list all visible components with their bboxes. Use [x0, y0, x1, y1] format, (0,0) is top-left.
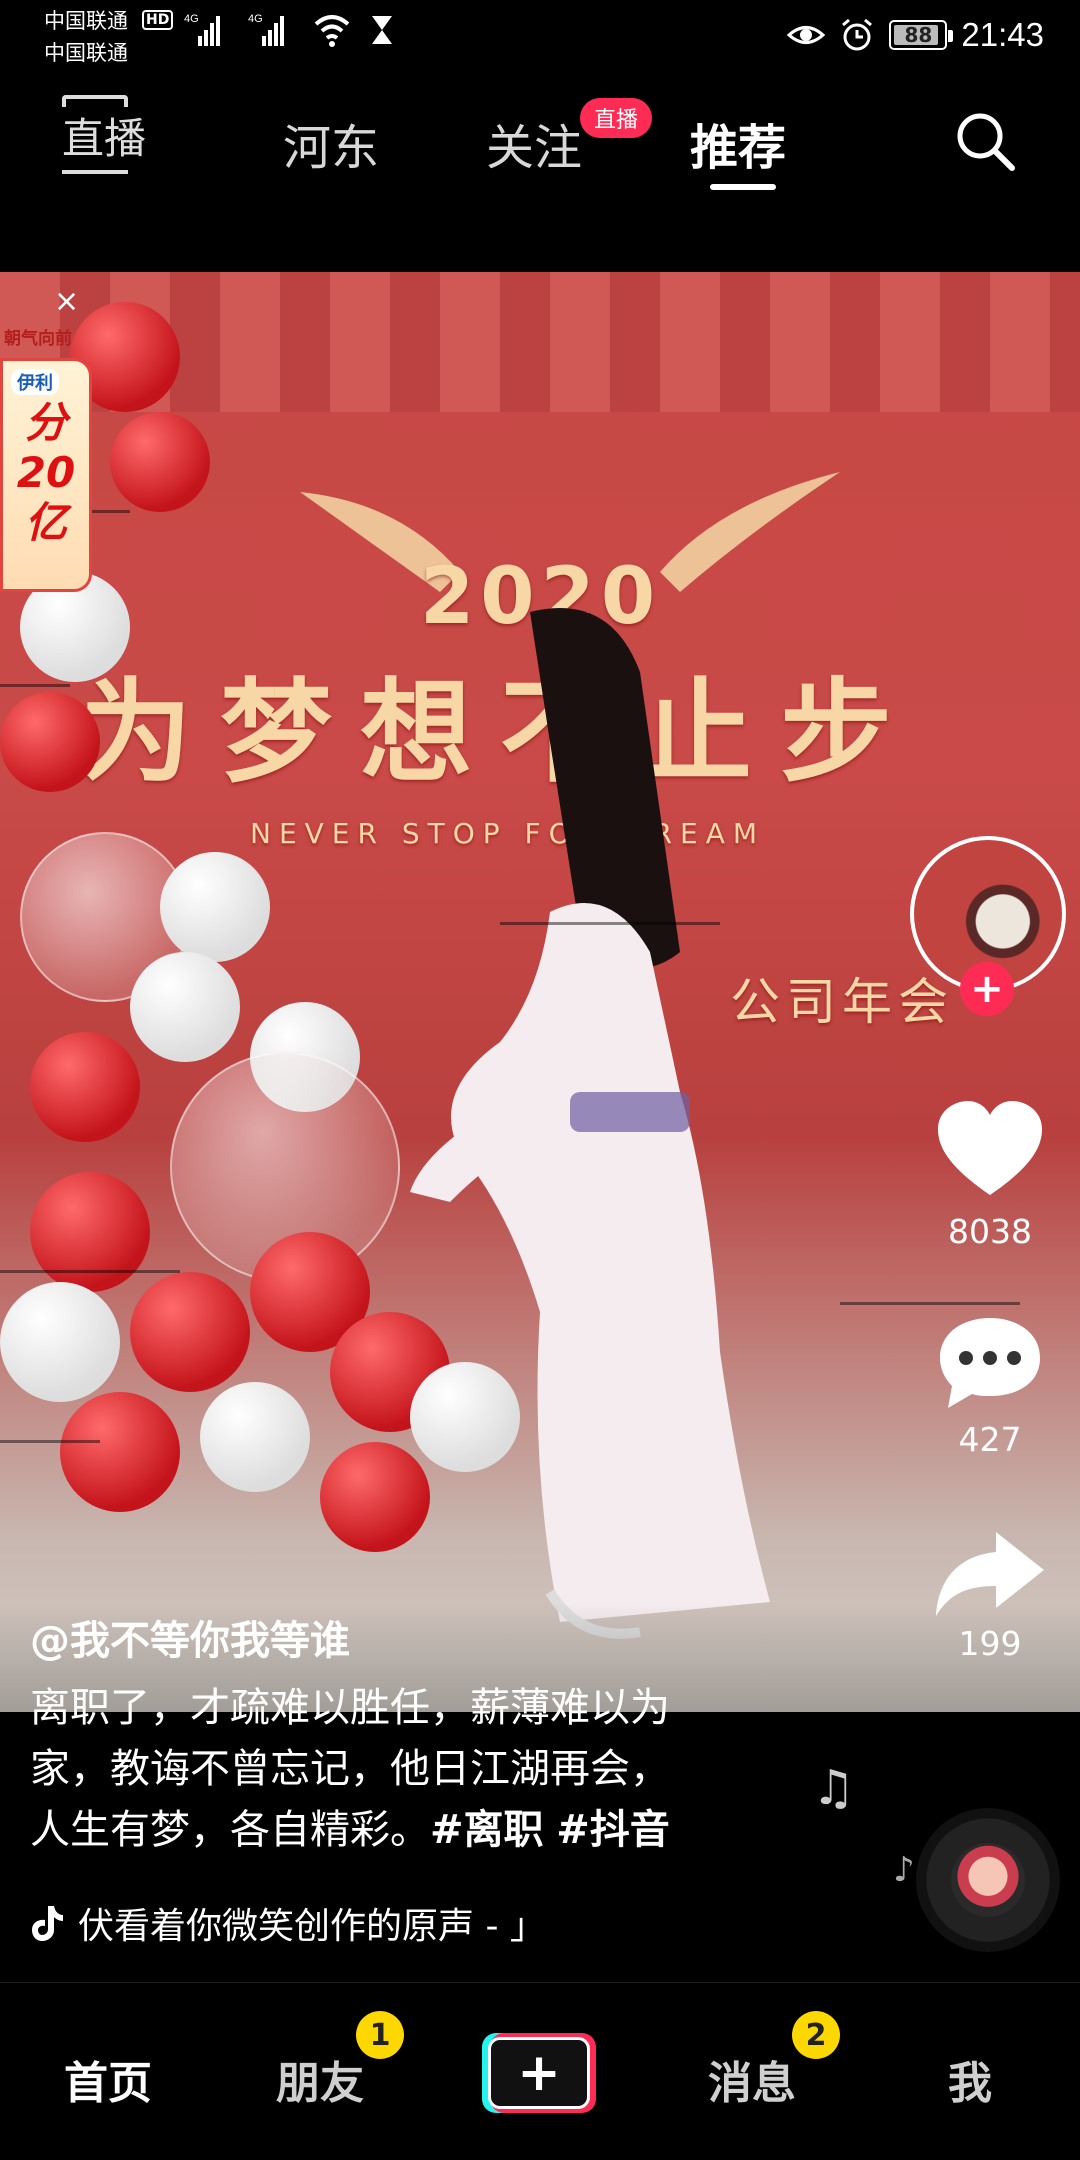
ad-close-icon[interactable]: ×	[54, 284, 79, 319]
share-count: 199	[958, 1624, 1022, 1663]
ad-brand-logo: 伊利	[11, 369, 59, 395]
music-note-icon-small: ♪	[893, 1850, 915, 1890]
battery-icon: 88	[889, 20, 954, 50]
promo-ad[interactable]: 朝气向前 伊利 分 20 亿	[0, 318, 92, 592]
video-description: 离职了，才疏难以胜任，薪薄难以为 家，教诲不曾忘记，他日江湖再会， 人生有梦，各…	[30, 1678, 790, 1861]
music-cover	[951, 1843, 1025, 1917]
author-handle[interactable]: @我不等你我等谁	[30, 1608, 350, 1666]
live-tv-icon	[62, 95, 128, 107]
like-heart-icon[interactable]	[926, 1095, 1054, 1205]
eye-icon	[787, 26, 826, 44]
like-count: 8038	[948, 1212, 1032, 1251]
nav-messages[interactable]: 消息	[708, 2047, 796, 2111]
messages-badge: 2	[792, 2011, 840, 2059]
music-disc[interactable]	[916, 1808, 1060, 1952]
status-right: 88 21:43	[787, 12, 1044, 58]
carrier-2: 中国联通	[44, 41, 128, 65]
music-info[interactable]: 伏看着你微笑创作的原声 - 」	[30, 1898, 546, 1948]
network-type-1: 4G	[184, 13, 199, 25]
follow-button[interactable]: +	[960, 962, 1014, 1016]
active-tab-indicator	[710, 184, 776, 190]
hashtag-link[interactable]: #离职	[430, 1807, 544, 1853]
plus-icon: +	[488, 2037, 590, 2109]
alarm-icon	[842, 18, 873, 51]
tiktok-note-icon	[32, 1906, 63, 1941]
music-title: 伏看着你微笑创作的原声 - 」	[78, 1906, 546, 1947]
desc-line-1: 离职了，才疏难以胜任，薪薄难以为	[30, 1685, 670, 1731]
signal-icon: 4G	[184, 13, 220, 46]
hd-icon: HD	[142, 10, 174, 30]
person-figure	[410, 608, 770, 1639]
live-entry-label: 直播	[62, 114, 147, 163]
tab-following[interactable]: 关注	[486, 108, 582, 178]
nav-me[interactable]: 我	[948, 2047, 992, 2111]
nav-home[interactable]: 首页	[64, 2047, 152, 2111]
carrier-1: 中国联通	[44, 9, 128, 33]
comment-icon[interactable]	[926, 1312, 1054, 1412]
tab-local[interactable]: 河东	[283, 108, 379, 178]
status-bar: 中国联通 中国联通 HD 4G 4G 88 21:43	[0, 0, 1080, 70]
comment-count: 427	[958, 1420, 1022, 1459]
ad-top-text: 朝气向前	[4, 329, 72, 349]
ad-money-text: 分 20 亿	[16, 398, 76, 547]
battery-percent: 88	[904, 23, 933, 47]
app-screen: 中国联通 中国联通 HD 4G 4G 88 21:43 直播 河东 关注 直播 …	[0, 0, 1080, 2160]
music-note-icon: ♫	[812, 1760, 856, 1816]
signal-icon-2: 4G	[248, 13, 284, 46]
top-nav: 直播 河东 关注 直播 推荐	[0, 90, 1080, 200]
network-type-2: 4G	[248, 13, 263, 25]
hashtag-link[interactable]: #抖音	[556, 1807, 670, 1853]
tab-recommend[interactable]: 推荐	[690, 108, 786, 178]
nav-friends[interactable]: 朋友	[276, 2047, 364, 2111]
hourglass-icon	[372, 16, 392, 44]
search-icon[interactable]	[952, 108, 1018, 174]
following-live-badge: 直播	[580, 98, 653, 138]
desc-line-3: 人生有梦，各自精彩。	[30, 1807, 430, 1853]
wifi-icon	[314, 15, 350, 47]
share-arrow-icon[interactable]	[926, 1524, 1054, 1624]
bottom-nav: 首页 朋友 1 + 消息 2 我	[0, 1982, 1080, 2160]
clock: 21:43	[961, 16, 1044, 53]
friends-badge: 1	[356, 2011, 404, 2059]
create-button[interactable]: +	[482, 2033, 596, 2113]
video-player[interactable]: 2020 为梦想不止步 NEVER STOP FOR DREAM 公司年会	[0, 272, 1080, 1712]
desc-line-2: 家，教诲不曾忘记，他日江湖再会，	[30, 1746, 670, 1792]
live-entry-button[interactable]: 直播	[62, 95, 147, 174]
